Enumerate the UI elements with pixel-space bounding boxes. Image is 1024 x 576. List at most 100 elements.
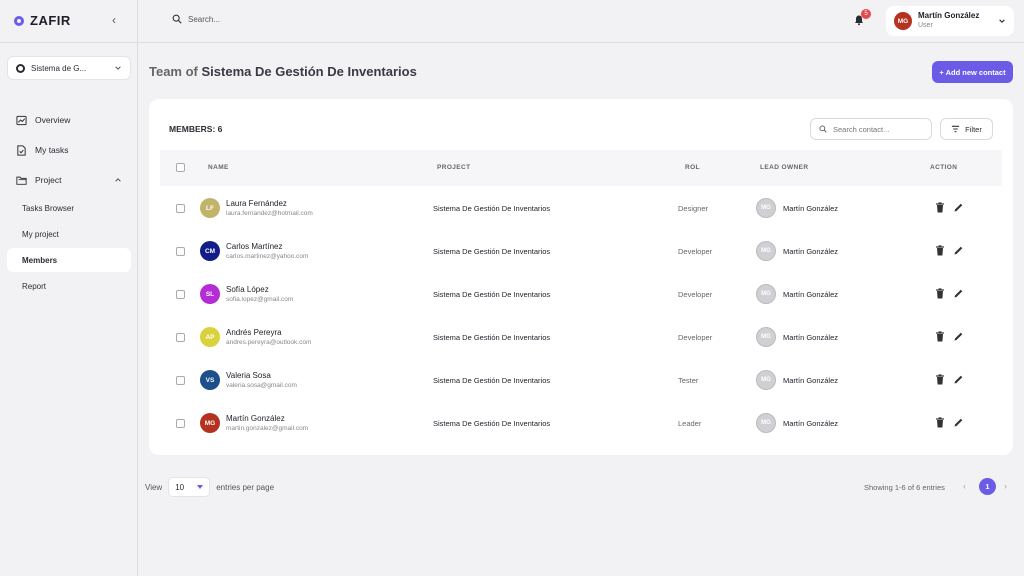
table-row: AP Andrés Pereyra andres.pereyra@outlook.c…	[160, 316, 1002, 359]
member-project: Sistema De Gestión De Inventarios	[433, 290, 551, 299]
sidebar-item-project[interactable]: Project	[7, 170, 131, 190]
search-icon	[172, 14, 182, 24]
next-page-icon[interactable]: ›	[1004, 481, 1007, 491]
row-checkbox[interactable]	[176, 290, 185, 299]
member-email: sofia.lopez@gmail.com	[226, 296, 294, 303]
sidebar-item-members[interactable]: Members	[7, 248, 131, 272]
search-contact-input[interactable]	[833, 124, 923, 134]
sidebar-item-report[interactable]: Report	[7, 274, 131, 298]
filter-icon	[952, 125, 960, 133]
member-name: Carlos Martínez	[226, 242, 283, 251]
member-rol: Developer	[678, 290, 713, 299]
search-icon	[819, 125, 827, 133]
add-new-contact-button[interactable]: + Add new contact	[932, 61, 1013, 83]
tasks-icon	[17, 144, 26, 156]
sidebar-item-tasks-browser[interactable]: Tasks Browser	[7, 196, 131, 220]
member-email: andres.pereyra@outlook.com	[226, 339, 312, 346]
lead-owner-avatar: MG	[756, 327, 776, 347]
filter-label: Filter	[965, 124, 982, 134]
sidebar: ZAFIR ‹ Sistema de G... Overview My task…	[0, 0, 138, 576]
member-project: Sistema De Gestión De Inventarios	[433, 376, 551, 385]
user-info: Martín González User	[918, 11, 992, 31]
delete-icon[interactable]	[935, 288, 945, 299]
column-action: ACTION	[930, 164, 958, 171]
avatar: SL	[200, 284, 220, 304]
lead-owner-avatar: MG	[756, 241, 776, 261]
search-input[interactable]: Search...	[188, 15, 220, 24]
row-checkbox[interactable]	[176, 419, 185, 428]
avatar: AP	[200, 327, 220, 347]
project-select-label: Sistema de G...	[31, 63, 87, 73]
avatar: MG	[894, 12, 912, 30]
table-row: CM Carlos Martínez carlos.martinez@yahoo.c…	[160, 230, 1002, 273]
lead-owner-avatar: MG	[756, 370, 776, 390]
member-name: Sofía López	[226, 285, 269, 294]
entries-per-page-select[interactable]: 10	[168, 477, 211, 497]
collapse-sidebar-icon[interactable]: ‹	[112, 13, 116, 27]
prev-page-icon[interactable]: ‹	[963, 481, 966, 491]
notification-badge: 5	[861, 9, 871, 19]
delete-icon[interactable]	[935, 245, 945, 256]
member-name: Martín González	[226, 414, 285, 423]
edit-icon[interactable]	[953, 331, 964, 342]
column-lead-owner: LEAD OWNER	[760, 164, 809, 171]
member-rol: Developer	[678, 333, 713, 342]
search-contact-box[interactable]	[810, 118, 932, 140]
folder-icon	[16, 176, 27, 185]
delete-icon[interactable]	[935, 417, 945, 428]
pagination-size: View 10 entries per page	[145, 477, 274, 497]
edit-icon[interactable]	[953, 417, 964, 428]
caret-down-icon	[197, 485, 204, 489]
column-name: NAME	[208, 164, 229, 171]
page-number[interactable]: 1	[979, 478, 996, 495]
filter-button[interactable]: Filter	[940, 118, 993, 140]
table-row: SL Sofía López sofia.lopez@gmail.com Sistem…	[160, 273, 1002, 316]
brand-name: ZAFIR	[30, 13, 71, 28]
sidebar-item-label: Overview	[35, 115, 71, 125]
entries-suffix: entries per page	[216, 482, 275, 492]
column-rol: ROL	[685, 164, 700, 171]
sidebar-item-my-project[interactable]: My project	[7, 222, 131, 246]
row-checkbox[interactable]	[176, 204, 185, 213]
member-email: carlos.martinez@yahoo.com	[226, 253, 309, 260]
edit-icon[interactable]	[953, 245, 964, 256]
delete-icon[interactable]	[935, 331, 945, 342]
notifications-button[interactable]: 5	[853, 9, 871, 28]
lead-owner-name: Martín González	[783, 290, 839, 299]
row-checkbox[interactable]	[176, 376, 185, 385]
row-checkbox[interactable]	[176, 247, 185, 256]
user-name: Martín González	[918, 11, 980, 20]
sidebar-item-overview[interactable]: Overview	[7, 110, 131, 130]
brand[interactable]: ZAFIR	[14, 13, 71, 28]
global-search[interactable]: Search...	[172, 14, 220, 24]
lead-owner-name: Martín González	[783, 419, 839, 428]
project-submenu: Tasks Browser My project Members Report	[7, 196, 131, 300]
table-row: VS Valeria Sosa valeria.sosa@gmail.com Sist…	[160, 359, 1002, 402]
lead-owner-name: Martín González	[783, 376, 839, 385]
row-checkbox[interactable]	[176, 333, 185, 342]
member-rol: Leader	[678, 419, 702, 428]
edit-icon[interactable]	[953, 202, 964, 213]
member-email: martin.gonzalez@gmail.com	[226, 425, 309, 432]
sidebar-nav: Overview My tasks Project	[7, 110, 131, 200]
lead-owner-name: Martín González	[783, 247, 839, 256]
member-rol: Tester	[678, 376, 699, 385]
user-role: User	[918, 22, 933, 29]
member-project: Sistema De Gestión De Inventarios	[433, 204, 551, 213]
select-all-checkbox[interactable]	[176, 163, 185, 172]
edit-icon[interactable]	[953, 288, 964, 299]
topbar: Search... 5 MG Martín González User	[138, 0, 1024, 43]
project-select[interactable]: Sistema de G...	[7, 56, 131, 80]
avatar: MG	[200, 413, 220, 433]
entries-value: 10	[175, 482, 185, 492]
delete-icon[interactable]	[935, 374, 945, 385]
sidebar-item-my-tasks[interactable]: My tasks	[7, 140, 131, 160]
user-menu[interactable]: MG Martín González User	[886, 6, 1014, 36]
member-project: Sistema De Gestión De Inventarios	[433, 247, 551, 256]
member-email: laura.fernandez@hotmail.com	[226, 210, 313, 217]
avatar: VS	[200, 370, 220, 390]
edit-icon[interactable]	[953, 374, 964, 385]
project-icon	[16, 63, 25, 73]
delete-icon[interactable]	[935, 202, 945, 213]
chevron-up-icon[interactable]	[114, 176, 122, 184]
